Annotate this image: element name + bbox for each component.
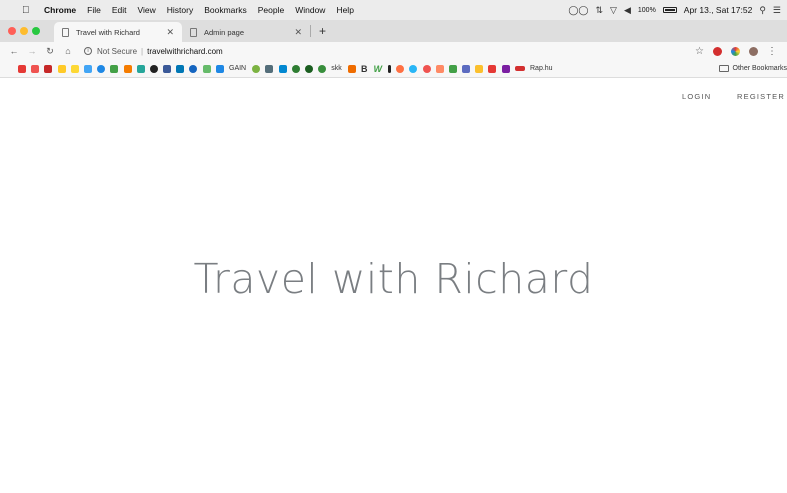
clock[interactable]: Apr 13., Sat 17:52 bbox=[684, 5, 753, 15]
hero-title: Travel with Richard bbox=[193, 255, 594, 303]
address-bar[interactable]: i Not Secure | travelwithrichard.com bbox=[84, 47, 223, 56]
omnibox-divider: | bbox=[141, 46, 144, 56]
bookmark-icon[interactable] bbox=[409, 64, 418, 73]
tab-separator bbox=[310, 25, 311, 37]
rap-bookmark-icon[interactable] bbox=[514, 66, 525, 71]
bookmark-icon[interactable] bbox=[475, 64, 484, 73]
drive-bookmark-icon[interactable] bbox=[136, 64, 145, 73]
linkedin-bookmark-icon[interactable] bbox=[176, 64, 185, 73]
bookmark-rap-hu[interactable]: Rap.hu bbox=[530, 65, 553, 72]
github-bookmark-icon[interactable] bbox=[149, 64, 158, 73]
bookmark-icon[interactable] bbox=[202, 64, 211, 73]
bookmark-icon[interactable] bbox=[252, 64, 261, 73]
tab-label: Travel with Richard bbox=[76, 27, 140, 37]
toolbar-extensions: ☆ ⋮ bbox=[695, 46, 777, 57]
url-text[interactable]: travelwithrichard.com bbox=[147, 47, 223, 56]
notification-center-icon[interactable]: ☰ bbox=[773, 5, 781, 16]
security-status[interactable]: Not Secure bbox=[97, 47, 137, 56]
status-area: ◯◯ ⇅ ▽ ◀ 100% Apr 13., Sat 17:52 ⚲ ☰ bbox=[568, 5, 781, 16]
bookmark-icon[interactable] bbox=[83, 64, 92, 73]
new-tab-plus-icon[interactable]: + bbox=[319, 24, 326, 38]
menu-kebab-icon[interactable]: ⋮ bbox=[767, 46, 777, 57]
minimize-window-button[interactable] bbox=[20, 27, 28, 35]
menu-bookmarks[interactable]: Bookmarks bbox=[204, 5, 247, 15]
wifi-icon[interactable]: ▽ bbox=[610, 5, 617, 16]
cloud-bookmark-icon[interactable] bbox=[189, 64, 198, 73]
reload-icon[interactable]: ↻ bbox=[42, 46, 58, 57]
page-viewport: LOGIN REGISTER Travel with Richard bbox=[0, 79, 787, 493]
gmail-bookmark-icon[interactable] bbox=[31, 64, 40, 73]
bookmark-icon[interactable] bbox=[265, 64, 274, 73]
menu-edit[interactable]: Edit bbox=[112, 5, 127, 15]
bookmark-icon[interactable] bbox=[435, 64, 444, 73]
bookmark-icon[interactable] bbox=[97, 64, 106, 73]
close-window-button[interactable] bbox=[8, 27, 16, 35]
color-extension-icon[interactable] bbox=[731, 46, 740, 56]
bookmark-icon[interactable] bbox=[488, 64, 497, 73]
window-controls bbox=[8, 27, 40, 35]
gmail-bookmark-icon[interactable] bbox=[44, 64, 53, 73]
youtube-bookmark-icon[interactable] bbox=[18, 64, 26, 73]
close-tab-icon[interactable]: ✕ bbox=[294, 27, 302, 38]
bookmark-gain[interactable]: GAIN bbox=[229, 65, 246, 72]
menu-help[interactable]: Help bbox=[336, 5, 353, 15]
bookmark-icon[interactable] bbox=[448, 64, 457, 73]
login-link[interactable]: LOGIN bbox=[682, 92, 711, 101]
bookmark-icon[interactable] bbox=[291, 64, 300, 73]
profile-avatar[interactable] bbox=[749, 46, 758, 56]
volume-icon[interactable]: ◀ bbox=[624, 5, 631, 16]
zoom-window-button[interactable] bbox=[32, 27, 40, 35]
bookmark-icon[interactable] bbox=[422, 64, 431, 73]
bookmark-icon[interactable] bbox=[57, 64, 66, 73]
bookmark-w[interactable]: W bbox=[373, 64, 382, 74]
star-bookmark-icon[interactable] bbox=[110, 64, 119, 73]
page-icon bbox=[190, 27, 197, 37]
bookmark-skk[interactable]: skk bbox=[331, 65, 342, 72]
bookmark-icon[interactable] bbox=[387, 64, 391, 73]
bookmarks-bar: GAIN skk B W Rap.hu Other Bookmarks bbox=[0, 60, 787, 78]
home-icon[interactable]: ⌂ bbox=[60, 46, 76, 56]
bookmark-icon[interactable] bbox=[462, 64, 471, 73]
browser-toolbar: ← → ↻ ⌂ i Not Secure | travelwithrichard… bbox=[0, 42, 787, 60]
menu-app-chrome[interactable]: Chrome bbox=[44, 5, 76, 15]
bookmark-b[interactable]: B bbox=[361, 64, 368, 74]
sync-icon[interactable]: ⇅ bbox=[596, 5, 604, 16]
page-icon bbox=[62, 27, 69, 37]
bookmark-icon[interactable] bbox=[347, 64, 356, 73]
close-tab-icon[interactable]: ✕ bbox=[166, 27, 174, 38]
other-bookmarks-label: Other Bookmarks bbox=[732, 65, 787, 72]
spotlight-search-icon[interactable]: ⚲ bbox=[759, 5, 766, 16]
apple-icon[interactable]:  bbox=[22, 5, 36, 16]
battery-icon[interactable] bbox=[662, 7, 677, 13]
battery-percent: 100% bbox=[637, 6, 656, 14]
forward-arrow-icon[interactable]: → bbox=[24, 46, 40, 56]
glasses-icon[interactable]: ◯◯ bbox=[568, 5, 588, 16]
register-link[interactable]: REGISTER bbox=[737, 92, 785, 101]
menu-file[interactable]: File bbox=[87, 5, 101, 15]
bookmark-icon[interactable] bbox=[215, 64, 224, 73]
tab-travel-with-richard[interactable]: Travel with Richard ✕ bbox=[54, 22, 182, 42]
folder-icon bbox=[718, 65, 729, 72]
bookmark-star-icon[interactable]: ☆ bbox=[695, 46, 704, 57]
menu-view[interactable]: View bbox=[137, 5, 155, 15]
menu-people[interactable]: People bbox=[258, 5, 284, 15]
bookmark-icon[interactable] bbox=[123, 64, 132, 73]
adblock-extension-icon[interactable] bbox=[713, 46, 722, 56]
bookmark-icon[interactable] bbox=[396, 64, 405, 73]
menu-window[interactable]: Window bbox=[295, 5, 325, 15]
bookmark-icon[interactable] bbox=[501, 64, 510, 73]
bookmark-icon[interactable] bbox=[70, 64, 79, 73]
bookmark-icon[interactable] bbox=[278, 64, 287, 73]
macos-menubar:  Chrome File Edit View History Bookmark… bbox=[0, 0, 787, 20]
bookmark-icon[interactable] bbox=[318, 64, 327, 73]
tab-admin-page[interactable]: Admin page ✕ bbox=[182, 22, 310, 42]
info-icon[interactable]: i bbox=[84, 47, 92, 55]
back-arrow-icon[interactable]: ← bbox=[6, 46, 22, 56]
bookmark-icon[interactable] bbox=[304, 64, 313, 73]
menu-history[interactable]: History bbox=[167, 5, 193, 15]
tab-label: Admin page bbox=[204, 27, 245, 37]
tab-strip: Travel with Richard ✕ Admin page ✕ + bbox=[0, 20, 787, 42]
other-bookmarks[interactable]: Other Bookmarks bbox=[718, 65, 787, 72]
facebook-bookmark-icon[interactable] bbox=[163, 64, 172, 73]
